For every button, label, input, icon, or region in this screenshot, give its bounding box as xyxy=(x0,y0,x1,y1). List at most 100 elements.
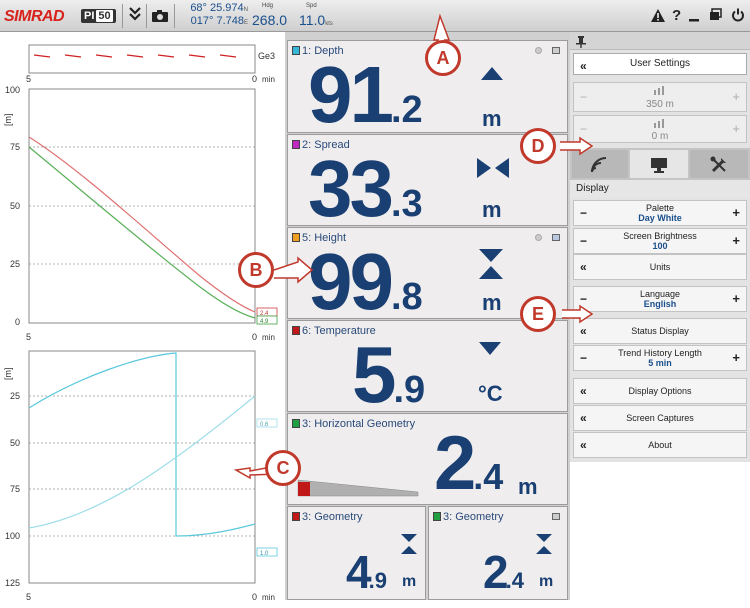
hgeom-color-swatch xyxy=(292,419,300,428)
tile-chart-icon[interactable] xyxy=(552,234,560,241)
top-bar: SIMRAD PI 50 68° 25.974N 017° 7.748E Hdg … xyxy=(0,0,750,32)
trend-panel: Ge3 5 0 min [m] 100 75 50 25 0 2.4 4.9 5… xyxy=(0,32,285,602)
camera-icon[interactable] xyxy=(151,9,169,28)
upper-y-tick-1: 75 xyxy=(10,142,20,152)
language-value: English xyxy=(643,299,677,309)
upper-end-label-green: 4.9 xyxy=(260,319,269,325)
spread-unit: m xyxy=(482,197,502,222)
brightness-stepper[interactable]: − Screen Brightness 100 + xyxy=(573,228,747,254)
lower-x-unit: min xyxy=(262,593,275,602)
upper-x-left-tick: 5 xyxy=(26,332,31,342)
spread-color-swatch xyxy=(292,140,300,149)
pin-bar xyxy=(570,32,750,50)
settings-panel: «User Settings − 350 m + − 0 m + Display… xyxy=(570,32,750,462)
top-strip-chart: Ge3 5 0 min xyxy=(26,44,275,84)
brightness-value: 100 xyxy=(652,241,668,251)
temperature-tile[interactable]: 6: Temperature 5.9 °C xyxy=(287,320,568,415)
tab-sonar[interactable] xyxy=(572,150,628,178)
tile-menu-icon[interactable] xyxy=(552,47,560,54)
brightness-plus-button: + xyxy=(732,233,740,248)
minimize-icon[interactable] xyxy=(688,9,700,27)
range-bars-icon xyxy=(654,119,664,128)
range2-plus-button: + xyxy=(732,121,740,136)
geometry-left-tile[interactable]: 3: Geometry 4.9 m xyxy=(287,506,426,600)
lower-y-unit: [m] xyxy=(3,368,13,381)
hourglass-arrows-icon xyxy=(401,534,417,559)
height-color-swatch xyxy=(292,233,300,242)
range1-plus-button: + xyxy=(732,89,740,104)
tab-display[interactable] xyxy=(630,150,688,178)
arrow-down-icon xyxy=(479,342,501,355)
lower-end-label-light: 0.6 xyxy=(260,422,269,428)
units-button[interactable]: «Units xyxy=(573,254,747,280)
model-badge: PI 50 xyxy=(81,9,116,23)
tab-tools[interactable] xyxy=(690,150,748,178)
language-stepper[interactable]: − Language English + xyxy=(573,286,747,312)
trend-minus-button: − xyxy=(580,351,588,365)
geom-left-unit: m xyxy=(402,573,417,590)
display-options-button[interactable]: «Display Options xyxy=(573,378,747,404)
geom-left-value: 4.9 xyxy=(346,546,387,598)
strip-x-left-tick: 5 xyxy=(26,74,31,84)
hourglass-arrows-icon xyxy=(479,249,503,284)
range-stepper-1[interactable]: − 350 m + xyxy=(573,82,747,112)
height-unit: m xyxy=(482,290,502,315)
geom-right-value: 2.4 xyxy=(483,546,524,598)
language-plus-button: + xyxy=(732,291,740,306)
geom-right-color-swatch xyxy=(433,512,441,521)
display-section-header: Display xyxy=(570,180,750,198)
brightness-label: Screen Brightness xyxy=(623,231,697,241)
palette-minus-button: − xyxy=(580,206,588,220)
screen-captures-button[interactable]: «Screen Captures xyxy=(573,405,747,431)
range-stepper-2[interactable]: − 0 m + xyxy=(573,115,747,143)
pin-icon[interactable] xyxy=(576,35,586,53)
about-button[interactable]: «About xyxy=(573,432,747,458)
upper-y-tick-0: 100 xyxy=(5,85,20,95)
horizontal-geometry-tile[interactable]: 3: Horizontal Geometry 2.4 m xyxy=(287,413,568,505)
trend-history-stepper[interactable]: − Trend History Length 5 min + xyxy=(573,345,747,371)
upper-y-tick-4: 0 xyxy=(15,317,20,327)
upper-x-unit: min xyxy=(262,333,275,342)
geom-left-color-swatch xyxy=(292,512,300,521)
geom-right-unit: m xyxy=(539,573,554,590)
hgeom-unit: m xyxy=(518,474,538,499)
depth-color-swatch xyxy=(292,46,300,55)
depth-unit: m xyxy=(482,106,502,131)
brightness-minus-button: − xyxy=(580,234,588,248)
restore-window-icon[interactable] xyxy=(709,8,722,26)
palette-label: Palette xyxy=(645,203,675,213)
longitude-readout: 017° 7.748E xyxy=(190,15,248,27)
palette-plus-button: + xyxy=(732,205,740,220)
settings-empty-area xyxy=(570,462,750,600)
lower-end-label-cyan: 1.0 xyxy=(260,551,269,557)
chevron-double-down-icon[interactable] xyxy=(128,6,142,25)
strip-x-right-tick: 0 xyxy=(252,74,257,84)
range-bars-icon xyxy=(654,86,664,95)
palette-stepper[interactable]: − Palette Day White + xyxy=(573,200,747,226)
monitor-icon xyxy=(651,158,667,173)
hourglass-arrows-icon xyxy=(536,534,552,559)
status-dot-icon xyxy=(535,47,542,54)
power-icon[interactable] xyxy=(731,8,745,27)
strip-x-unit: min xyxy=(262,75,275,84)
callout-c: C xyxy=(265,450,301,486)
status-dot-icon xyxy=(535,234,542,241)
arrow-up-icon xyxy=(481,67,503,80)
tools-icon xyxy=(710,156,726,173)
geom-left-label: 3: Geometry xyxy=(302,511,363,523)
help-icon[interactable]: ? xyxy=(672,7,681,24)
lower-y-tick-3: 100 xyxy=(5,531,20,541)
status-display-button[interactable]: «Status Display xyxy=(573,318,747,344)
heading-label: Hdg xyxy=(262,3,274,9)
heading-value: 268.0 xyxy=(252,12,288,28)
warning-icon[interactable] xyxy=(651,9,665,27)
user-settings-header[interactable]: «User Settings xyxy=(573,53,747,75)
trend-plus-button: + xyxy=(732,350,740,365)
strip-right-label: Ge3 xyxy=(258,51,275,61)
geometry-right-tile[interactable]: 3: Geometry 2.4 m xyxy=(428,506,568,600)
settings-tab-bar xyxy=(570,148,750,180)
temperature-unit: °C xyxy=(478,381,503,406)
trend-value: 5 min xyxy=(648,358,672,368)
range1-value: 350 m xyxy=(646,99,674,110)
tile-menu-icon[interactable] xyxy=(552,513,560,520)
